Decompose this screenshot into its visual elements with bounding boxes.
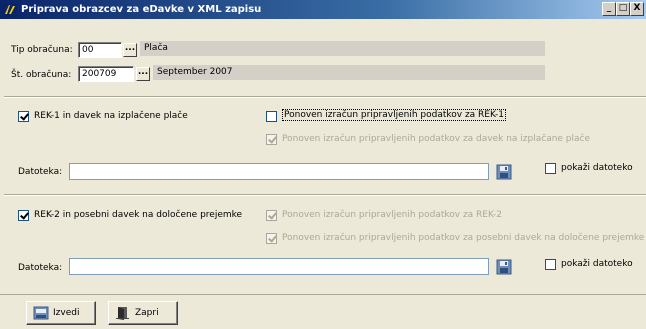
section-divider — [4, 96, 646, 98]
rek2-show-file-checkbox[interactable] — [545, 259, 556, 270]
calc-number-label: Št. obračuna: — [11, 70, 72, 80]
close-dialog-button-label: Zapri — [135, 308, 159, 318]
rek2-file-input[interactable] — [69, 258, 489, 275]
door-exit-icon — [116, 307, 129, 320]
calc-number-input[interactable]: 200709 — [78, 66, 134, 82]
rek2-file-label: Datoteka: — [18, 263, 63, 273]
rek2-checkbox[interactable] — [18, 210, 29, 221]
calc-number-lookup-button[interactable]: ... — [136, 67, 150, 81]
window-title: Priprava obrazcev za eDavke v XML zapisu — [21, 4, 262, 15]
window-controls: _ □ X — [602, 2, 644, 16]
app-logo-icon — [3, 2, 17, 17]
rek2-recalc-checkbox — [266, 210, 277, 221]
rek1-recalc-label: Ponoven izračun pripravljenih podatkov z… — [282, 109, 506, 121]
run-icon — [33, 306, 49, 320]
run-button-label: Izvedi — [53, 308, 80, 318]
ellipsis-icon: ... — [137, 67, 149, 77]
rek2-recalc-label: Ponoven izračun pripravljenih podatkov z… — [282, 210, 502, 220]
section-divider — [4, 194, 646, 196]
save-disk-icon[interactable] — [496, 164, 512, 180]
rek1-show-file-checkbox[interactable] — [545, 163, 556, 174]
calc-type-input[interactable]: 00 — [78, 42, 122, 58]
rek1-file-input[interactable] — [69, 163, 489, 180]
rek1-recalc-tax-checkbox — [266, 134, 277, 145]
rek2-show-file-label: pokaži datoteko — [561, 259, 633, 269]
minimize-button[interactable]: _ — [602, 2, 616, 16]
calc-type-lookup-button[interactable]: ... — [123, 43, 137, 57]
calc-number-description: September 2007 — [153, 65, 545, 80]
rek1-checkbox[interactable] — [18, 111, 29, 122]
rek2-label: REK-2 in posebni davek na določene preje… — [34, 210, 243, 220]
maximize-button[interactable]: □ — [616, 2, 630, 16]
run-button[interactable]: Izvedi — [26, 301, 96, 325]
rek1-recalc-checkbox[interactable] — [266, 111, 277, 122]
rek1-label: REK-1 in davek na izplačene plače — [34, 111, 188, 121]
ellipsis-icon: ... — [124, 43, 136, 53]
rek1-show-file-label: pokaži datoteko — [561, 163, 633, 173]
close-button[interactable]: X — [630, 2, 644, 16]
save-disk-icon[interactable] — [496, 259, 512, 275]
rek1-file-label: Datoteka: — [18, 167, 63, 177]
title-bar: Priprava obrazcev za eDavke v XML zapisu… — [0, 0, 646, 19]
calc-type-description: Plača — [140, 41, 545, 56]
button-bar: Izvedi Zapri — [0, 294, 646, 329]
rek2-recalc-tax-label: Ponoven izračun pripravljenih podatkov z… — [282, 233, 645, 243]
close-dialog-button[interactable]: Zapri — [108, 301, 178, 325]
calc-type-label: Tip obračuna: — [11, 45, 73, 55]
rek1-recalc-tax-label: Ponoven izračun pripravljenih podatkov z… — [282, 134, 591, 144]
rek2-recalc-tax-checkbox — [266, 233, 277, 244]
